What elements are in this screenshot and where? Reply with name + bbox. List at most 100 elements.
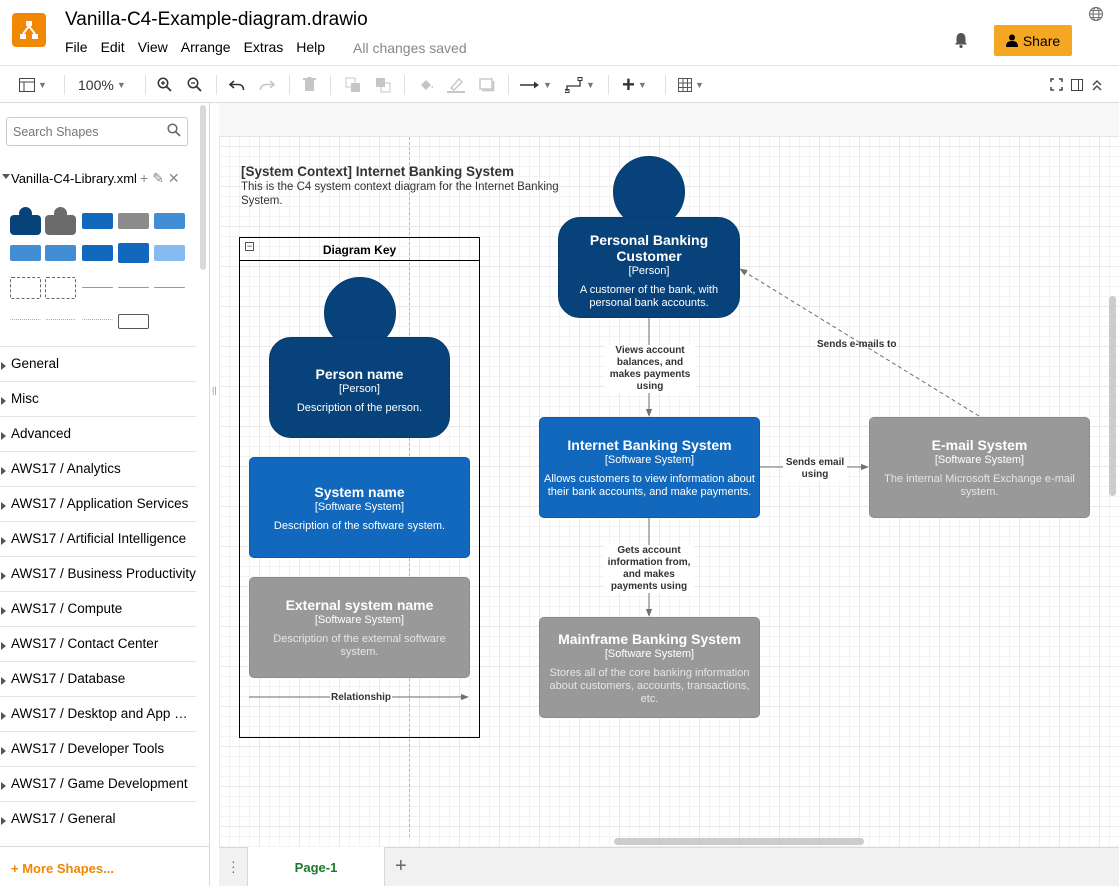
ibs-desc: Allows customers to view information abo…	[544, 473, 755, 498]
canvas-vertical-scrollbar[interactable]	[1109, 296, 1116, 496]
menu-view[interactable]: View	[138, 39, 168, 55]
mainframe-node[interactable]: Mainframe Banking System [Software Syste…	[539, 617, 760, 718]
ibs-node[interactable]: Internet Banking System [Software System…	[539, 417, 760, 518]
sidebar-resize-handle[interactable]: ||	[212, 385, 217, 395]
category-advanced[interactable]: Advanced	[0, 416, 196, 451]
to-back-icon[interactable]	[375, 66, 391, 103]
app-window: Vanilla-C4-Example-diagram.drawio File E…	[0, 0, 1119, 886]
palette-system-shape[interactable]	[82, 213, 113, 229]
menu-arrange[interactable]: Arrange	[181, 39, 231, 55]
more-shapes-button[interactable]: + More Shapes...	[0, 846, 209, 886]
split-panel-icon[interactable]	[1071, 66, 1083, 103]
mainframe-desc: Stores all of the core banking informati…	[549, 667, 750, 705]
category-aws-general[interactable]: AWS17 / General	[0, 801, 196, 836]
toolbar: ▼ 100% ▼ ▼ ▼ + ▼ ▼	[0, 65, 1119, 103]
palette-person-shape[interactable]	[10, 207, 41, 235]
customer-desc: A customer of the bank, with personal ba…	[579, 284, 719, 309]
close-icon[interactable]: ✕	[168, 170, 184, 186]
edge-label-views[interactable]: Views account balances, and makes paymen…	[605, 345, 695, 393]
palette-database-shape[interactable]	[45, 245, 76, 261]
collapse-toolbar-icon[interactable]	[1091, 66, 1103, 103]
customer-name: Personal Banking Customer	[589, 232, 709, 264]
sidebar-scrollbar[interactable]	[200, 105, 206, 270]
palette-legend-text-3[interactable]	[82, 319, 113, 323]
shadow-icon[interactable]	[479, 66, 495, 103]
table-icon[interactable]: ▼	[678, 66, 704, 103]
zoom-dropdown[interactable]: 100% ▼	[78, 66, 126, 103]
palette-relationship-line[interactable]	[82, 287, 113, 288]
drawio-logo-icon[interactable]	[12, 13, 46, 47]
pages-menu-icon[interactable]: · · ·	[231, 854, 236, 878]
zoom-level: 100%	[78, 76, 114, 93]
library-collapse-icon[interactable]	[2, 174, 10, 179]
palette-key-box-shape[interactable]	[118, 314, 149, 329]
format-panel-icon[interactable]: ▼	[19, 66, 47, 103]
category-aws-compute[interactable]: AWS17 / Compute	[0, 591, 196, 626]
document-title[interactable]: Vanilla-C4-Example-diagram.drawio	[65, 9, 368, 31]
library-title[interactable]: Vanilla-C4-Library.xml	[11, 171, 137, 186]
menu-edit[interactable]: Edit	[101, 39, 125, 55]
ibs-name: Internet Banking System	[567, 437, 732, 453]
category-misc[interactable]: Misc	[0, 381, 196, 416]
search-shapes-input[interactable]	[6, 117, 188, 146]
edge-label-emails-to[interactable]: Sends e-mails to	[817, 339, 896, 351]
undo-icon[interactable]	[229, 66, 245, 103]
redo-icon[interactable]	[259, 66, 275, 103]
palette-relationship-line-2[interactable]	[118, 287, 149, 288]
palette-external-system-shape[interactable]	[118, 213, 149, 229]
save-status[interactable]: All changes saved	[353, 40, 467, 56]
category-general[interactable]: General	[0, 346, 196, 381]
email-name: E-mail System	[931, 437, 1028, 453]
mainframe-name: Mainframe Banking System	[558, 631, 741, 647]
category-aws-developer-tools[interactable]: AWS17 / Developer Tools	[0, 731, 196, 766]
menu-help[interactable]: Help	[296, 39, 325, 55]
diagram-canvas[interactable]: [System Context] Internet Banking System…	[219, 103, 1119, 847]
to-front-icon[interactable]	[345, 66, 361, 103]
add-icon[interactable]: +	[140, 170, 152, 186]
category-aws-desktop-app-streaming[interactable]: AWS17 / Desktop and App St...	[0, 696, 196, 731]
palette-component-light-shape[interactable]	[154, 245, 185, 261]
waypoints-icon[interactable]: ▼	[565, 66, 595, 103]
customer-node[interactable]: Personal Banking Customer [Person] A cus…	[558, 217, 740, 318]
zoom-out-icon[interactable]	[187, 66, 202, 103]
palette-legend-text[interactable]	[10, 319, 41, 323]
palette-component-shape[interactable]	[10, 245, 41, 261]
add-page-icon[interactable]: +	[395, 855, 407, 878]
delete-icon[interactable]	[303, 66, 316, 103]
category-aws-contact-center[interactable]: AWS17 / Contact Center	[0, 626, 196, 661]
category-aws-database[interactable]: AWS17 / Database	[0, 661, 196, 696]
canvas-horizontal-scrollbar[interactable]	[614, 838, 864, 845]
edit-pencil-icon[interactable]: ✎	[152, 170, 168, 186]
email-node[interactable]: E-mail System [Software System] The inte…	[869, 417, 1090, 518]
line-color-icon[interactable]	[447, 66, 465, 103]
page-tab-1[interactable]: Page-1	[247, 847, 385, 886]
fullscreen-icon[interactable]	[1050, 66, 1063, 103]
notifications-bell-icon[interactable]	[952, 31, 970, 54]
language-globe-icon[interactable]	[1088, 6, 1104, 27]
edge-label-sends-email[interactable]: Sends email using	[783, 457, 847, 481]
category-aws-business-productivity[interactable]: AWS17 / Business Productivity	[0, 556, 196, 591]
insert-plus-icon[interactable]: + ▼	[622, 66, 647, 103]
search-icon[interactable]	[167, 123, 181, 137]
fill-color-icon[interactable]	[418, 66, 434, 103]
palette-boundary-shape-2[interactable]	[45, 277, 76, 299]
category-aws-application-services[interactable]: AWS17 / Application Services	[0, 486, 196, 521]
palette-relationship-line-3[interactable]	[154, 287, 185, 288]
edge-label-gets-info[interactable]: Gets account information from, and makes…	[604, 545, 694, 593]
palette-boundary-shape[interactable]	[10, 277, 41, 299]
zoom-in-icon[interactable]	[157, 66, 172, 103]
menu-file[interactable]: File	[65, 39, 88, 55]
menu-extras[interactable]: Extras	[244, 39, 284, 55]
category-aws-game-development[interactable]: AWS17 / Game Development	[0, 766, 196, 801]
connection-style-icon[interactable]: ▼	[520, 66, 552, 103]
palette-legend-text-2[interactable]	[45, 319, 76, 323]
palette-container-shape[interactable]	[154, 213, 185, 229]
shape-categories: General Misc Advanced AWS17 / Analytics …	[0, 346, 196, 836]
category-aws-ai[interactable]: AWS17 / Artificial Intelligence	[0, 521, 196, 556]
palette-webapp-shape[interactable]	[82, 245, 113, 261]
palette-mobile-shape[interactable]	[118, 243, 149, 263]
share-button[interactable]: Share	[994, 25, 1072, 56]
category-aws-analytics[interactable]: AWS17 / Analytics	[0, 451, 196, 486]
palette-external-person-shape[interactable]	[45, 207, 76, 235]
key-relationship-label[interactable]: Relationship	[330, 692, 393, 704]
